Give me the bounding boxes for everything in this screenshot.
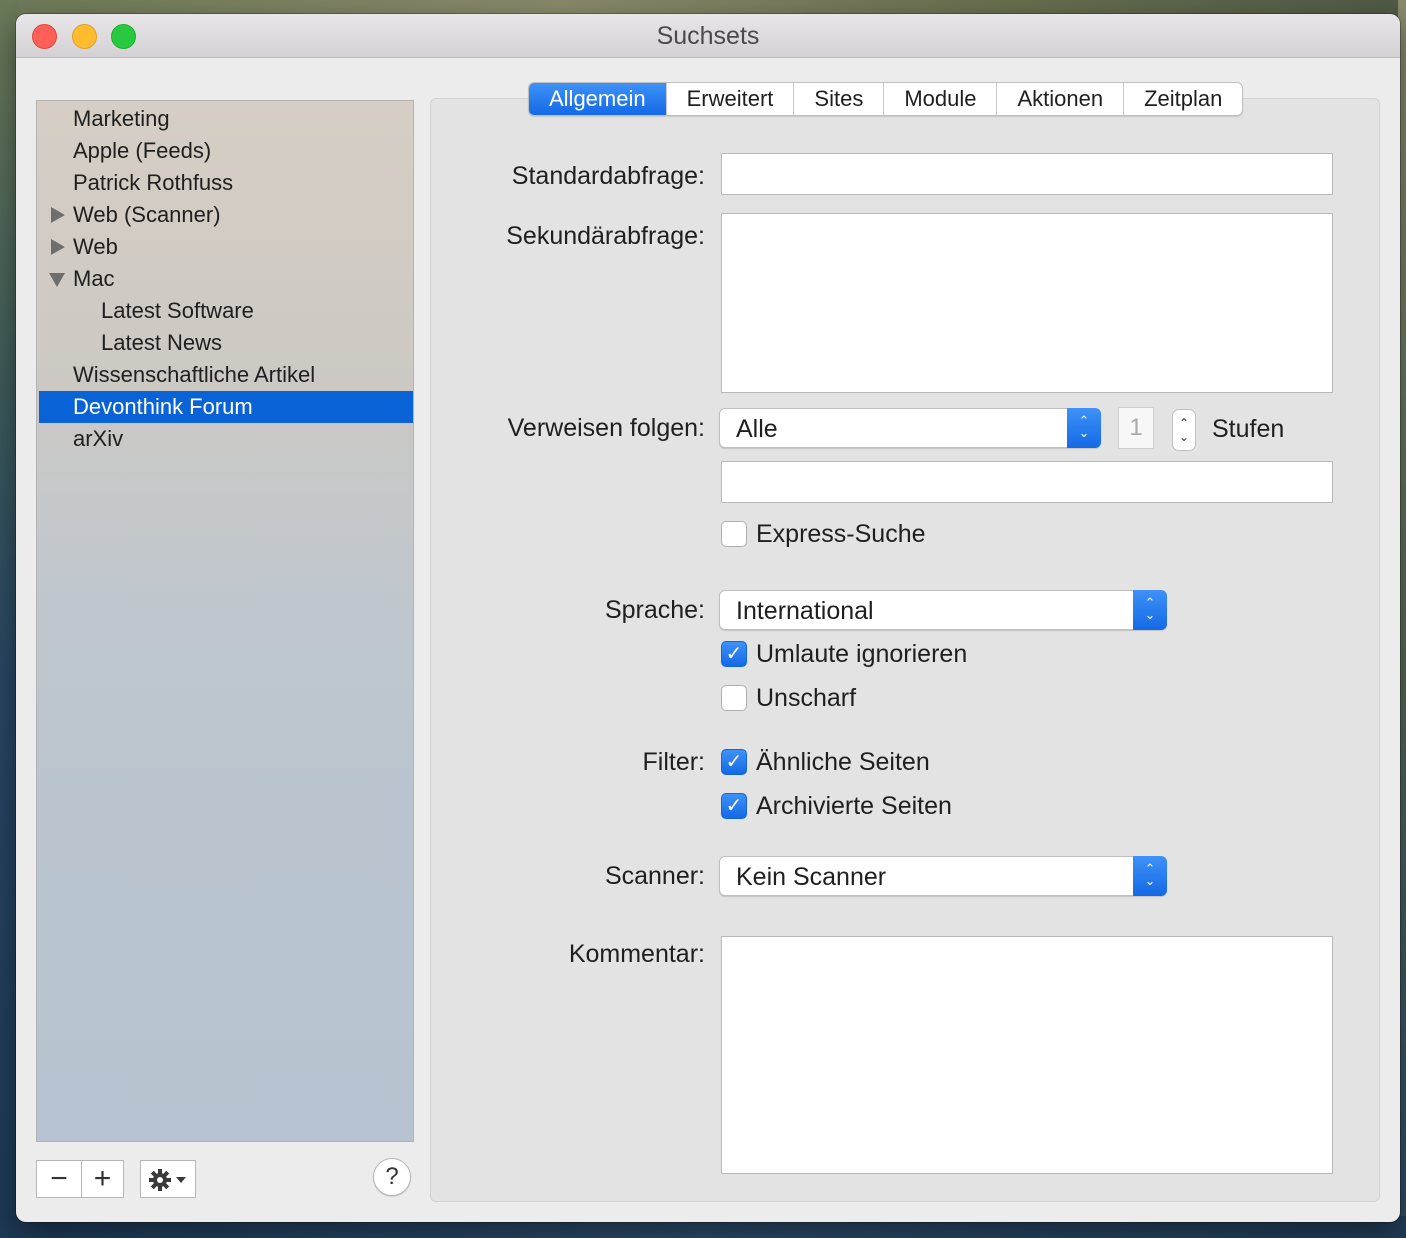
sidebar-item-label: Apple (Feeds) [73, 138, 212, 163]
sidebar-item-label: Web (Scanner) [73, 202, 221, 227]
tab-erweitert[interactable]: Erweitert [667, 83, 795, 115]
standard-query-field[interactable] [721, 153, 1333, 195]
search-sets-list[interactable]: Marketing Apple (Feeds) Patrick Rothfuss… [36, 100, 414, 1142]
language-value: International [736, 597, 874, 625]
help-button[interactable]: ? [373, 1158, 411, 1196]
filter-label: Filter: [642, 748, 706, 776]
tab-aktionen[interactable]: Aktionen [997, 83, 1125, 115]
action-menu-button[interactable] [140, 1160, 196, 1198]
title-bar[interactable]: Suchsets [16, 14, 1400, 58]
sidebar-item-web-scanner[interactable]: Web (Scanner) [39, 199, 413, 231]
tab-module[interactable]: Module [884, 83, 998, 115]
suchsets-window: Suchsets Marketing Apple (Feeds) Patrick… [16, 14, 1400, 1222]
disclosure-triangle-collapsed-icon[interactable] [51, 239, 65, 255]
language-label: Sprache: [604, 596, 705, 624]
follow-links-popup[interactable]: Alle ⌃ ⌄ [719, 408, 1101, 448]
sidebar-item-web[interactable]: Web [39, 231, 413, 263]
follow-links-filter-field[interactable] [721, 461, 1333, 503]
chevron-up-down-icon: ⌃ ⌄ [1067, 408, 1101, 448]
archived-pages-label: Archivierte Seiten [756, 792, 952, 820]
scanner-value: Kein Scanner [736, 863, 887, 891]
sidebar-item-label: arXiv [73, 426, 124, 451]
sidebar-item-mac[interactable]: Mac [39, 263, 413, 295]
ignore-umlauts-label: Umlaute ignorieren [756, 640, 968, 668]
secondary-query-label: Sekundärabfrage: [506, 222, 705, 250]
chevron-up-down-icon: ⌃ ⌄ [1133, 590, 1167, 630]
language-popup[interactable]: International ⌃ ⌄ [719, 590, 1167, 630]
follow-links-label: Verweisen folgen: [507, 414, 705, 442]
remove-button[interactable]: − [36, 1160, 82, 1198]
comment-label: Kommentar: [568, 940, 705, 968]
tab-zeitplan[interactable]: Zeitplan [1124, 83, 1242, 115]
sidebar-item-label: Devonthink Forum [73, 394, 253, 419]
sidebar-item-devonthink-forum[interactable]: Devonthink Forum [39, 391, 413, 423]
follow-links-value: Alle [736, 415, 778, 443]
sidebar-item-latest-software[interactable]: Latest Software [39, 295, 413, 327]
sidebar-item-label: Mac [73, 266, 115, 291]
express-search-label: Express-Suche [756, 520, 926, 548]
sidebar-item-label: Latest News [101, 330, 223, 355]
similar-pages-label: Ähnliche Seiten [756, 748, 930, 776]
chevron-up-down-icon: ⌃ ⌄ [1133, 856, 1167, 896]
levels-unit-label: Stufen [1212, 415, 1285, 443]
comment-field[interactable] [721, 936, 1333, 1174]
tab-bar: Allgemein Erweitert Sites Module Aktione… [528, 82, 1244, 116]
sidebar-item-apple-feeds[interactable]: Apple (Feeds) [39, 135, 413, 167]
sidebar-item-label: Patrick Rothfuss [73, 170, 234, 195]
tab-allgemein[interactable]: Allgemein [529, 83, 667, 115]
sidebar-item-arxiv[interactable]: arXiv [39, 423, 413, 455]
similar-pages-checkbox[interactable]: ✓ [721, 749, 747, 775]
ignore-umlauts-checkbox[interactable]: ✓ [721, 641, 747, 667]
window-title: Suchsets [656, 22, 760, 50]
disclosure-triangle-expanded-icon[interactable] [49, 273, 65, 287]
secondary-query-field[interactable] [721, 213, 1333, 393]
tab-sites[interactable]: Sites [794, 83, 885, 115]
sidebar-item-latest-news[interactable]: Latest News [39, 327, 413, 359]
sidebar-item-label: Latest Software [101, 298, 254, 323]
sidebar-item-label: Wissenschaftliche Artikel [73, 362, 316, 387]
sidebar-item-label: Marketing [73, 106, 170, 131]
archived-pages-checkbox[interactable]: ✓ [721, 793, 747, 819]
sidebar-item-patrick-rothfuss[interactable]: Patrick Rothfuss [39, 167, 413, 199]
standard-query-label: Standardabfrage: [511, 162, 705, 190]
levels-stepper[interactable]: ⌃ ⌄ [1172, 409, 1196, 451]
sidebar-item-label: Web [73, 234, 118, 259]
fuzzy-checkbox[interactable] [721, 685, 747, 711]
express-search-checkbox[interactable] [721, 521, 747, 547]
scanner-popup[interactable]: Kein Scanner ⌃ ⌄ [719, 856, 1167, 896]
levels-field[interactable]: 1 [1118, 407, 1154, 449]
scanner-label: Scanner: [604, 862, 705, 890]
sidebar-item-marketing[interactable]: Marketing [39, 103, 413, 135]
add-button[interactable]: + [81, 1160, 124, 1198]
gear-icon [149, 1169, 186, 1191]
sidebar-item-wissenschaftliche-artikel[interactable]: Wissenschaftliche Artikel [39, 359, 413, 391]
disclosure-triangle-collapsed-icon[interactable] [51, 207, 65, 223]
fuzzy-label: Unscharf [756, 684, 857, 712]
